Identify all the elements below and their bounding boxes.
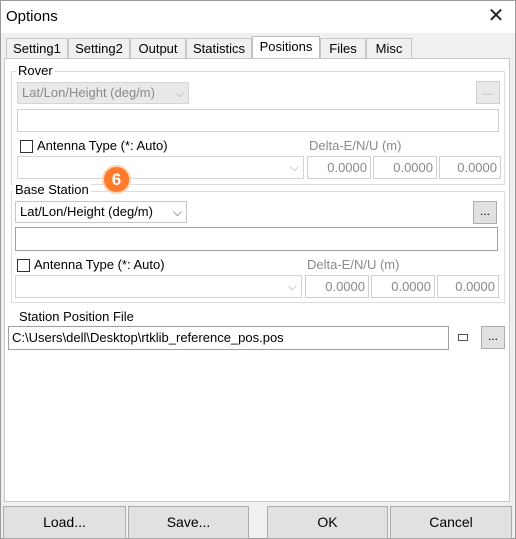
rover-antenna-select[interactable]: ⌵ [17,156,304,179]
rover-delta-label: Delta-E/N/U (m) [309,138,402,153]
rover-position-field[interactable] [17,109,499,132]
window-title: Options [6,8,58,25]
tab-label: Output [138,41,178,56]
base-antenna-select[interactable]: ⌵ [15,275,302,298]
rover-delta-u-field[interactable]: 0.0000 [439,156,501,179]
close-icon[interactable]: ✕ [485,5,507,27]
tab-setting1[interactable]: Setting1 [6,38,68,58]
ok-button[interactable]: OK [267,506,388,539]
chevron-down-icon: ⌵ [287,279,297,293]
tab-label: Positions [259,39,313,54]
load-button[interactable]: Load... [3,506,126,539]
base-antenna-checkbox[interactable] [17,259,30,272]
rover-antenna-label: Antenna Type (*: Auto) [37,138,168,153]
rover-delta-n-field[interactable]: 0.0000 [373,156,437,179]
title-bar: Options ✕ [1,1,515,33]
rover-format-value: Lat/Lon/Height (deg/m) [22,85,155,100]
options-dialog: Options ✕ Setting1 Setting2 Output Stati… [0,0,516,539]
cancel-button[interactable]: Cancel [390,506,512,539]
base-station-legend: Base Station [13,182,91,197]
step-badge: 6 [102,165,131,194]
save-button[interactable]: Save... [128,506,249,539]
tab-output[interactable]: Output [130,38,186,58]
base-format-select[interactable]: Lat/Lon/Height (deg/m) ⌵ [15,201,187,223]
base-antenna-label: Antenna Type (*: Auto) [34,257,165,272]
tab-statistics[interactable]: Statistics [186,38,252,58]
rover-delta-e-field[interactable]: 0.0000 [307,156,371,179]
tab-positions[interactable]: Positions [252,36,320,60]
rover-legend: Rover [16,63,55,78]
base-delta-n-field[interactable]: 0.0000 [371,275,435,298]
base-position-field[interactable] [15,227,498,251]
tab-label: Setting1 [13,41,61,56]
base-delta-label: Delta-E/N/U (m) [307,257,400,272]
file-list-icon[interactable] [458,334,468,341]
station-file-label: Station Position File [19,309,134,324]
tab-label: Files [329,41,357,56]
chevron-down-icon: ⌵ [289,160,299,174]
tab-label: Statistics [192,41,245,56]
rover-browse-button[interactable]: ... [476,81,500,104]
chevron-down-icon: ⌵ [172,205,182,219]
station-file-browse-button[interactable]: ... [481,326,505,349]
tab-label: Misc [375,41,403,56]
rover-antenna-checkbox[interactable] [20,140,33,153]
base-browse-button[interactable]: ... [473,201,497,224]
base-delta-u-field[interactable]: 0.0000 [437,275,499,298]
tab-label: Setting2 [75,41,123,56]
tab-files[interactable]: Files [320,38,366,58]
chevron-down-icon: ⌵ [174,86,184,100]
rover-format-select[interactable]: Lat/Lon/Height (deg/m) ⌵ [17,82,189,104]
base-format-value: Lat/Lon/Height (deg/m) [20,204,153,219]
station-file-field[interactable]: C:\Users\dell\Desktop\rtklib_reference_p… [8,326,449,350]
tab-misc[interactable]: Misc [366,38,412,58]
positions-panel: Rover Lat/Lon/Height (deg/m) ⌵ ... Anten… [4,58,510,502]
tab-setting2[interactable]: Setting2 [68,38,130,58]
base-delta-e-field[interactable]: 0.0000 [305,275,369,298]
